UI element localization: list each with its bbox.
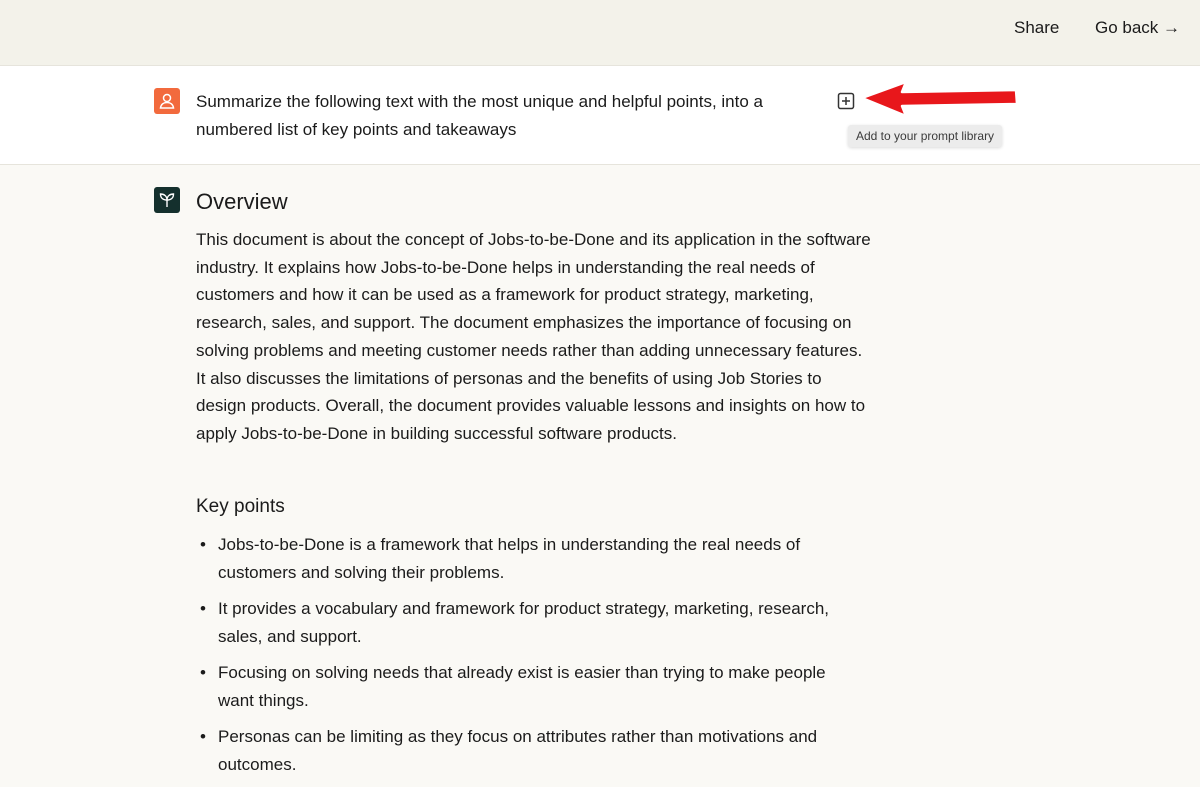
list-item: • Focusing on solving needs that already … — [196, 659, 856, 715]
list-item: • Personas can be limiting as they focus … — [196, 723, 856, 779]
share-button[interactable]: Share — [1014, 18, 1059, 38]
list-item: • Jobs-to-be-Done is a framework that hel… — [196, 531, 856, 587]
top-bar: Share Go back → — [0, 0, 1200, 66]
go-back-button[interactable]: Go back → — [1095, 18, 1180, 38]
annotation-arrow-icon — [860, 80, 1019, 118]
add-to-library-icon[interactable] — [837, 92, 855, 110]
user-avatar-icon — [154, 88, 180, 114]
list-item: • It provides a vocabulary and framework … — [196, 595, 856, 651]
list-item-text: It provides a vocabulary and framework f… — [218, 599, 830, 646]
bullet-icon: • — [200, 535, 206, 554]
list-item-text: Focusing on solving needs that already e… — [218, 663, 826, 710]
assistant-logo-icon — [154, 187, 180, 213]
add-to-library-tooltip: Add to your prompt library — [848, 125, 1003, 147]
prompt-text: Summarize the following text with the mo… — [196, 92, 763, 139]
overview-paragraph: This document is about the concept of Jo… — [196, 230, 871, 443]
overview-heading: Overview — [196, 189, 288, 214]
list-item-text: Jobs-to-be-Done is a framework that help… — [218, 535, 801, 582]
key-points-list: • Jobs-to-be-Done is a framework that hel… — [196, 531, 856, 787]
key-points-heading: Key points — [196, 496, 285, 517]
list-item-text: Personas can be limiting as they focus o… — [218, 727, 818, 774]
bullet-icon: • — [200, 599, 206, 618]
bullet-icon: • — [200, 727, 206, 746]
bullet-icon: • — [200, 663, 206, 682]
user-prompt-row: Summarize the following text with the mo… — [0, 66, 1200, 165]
